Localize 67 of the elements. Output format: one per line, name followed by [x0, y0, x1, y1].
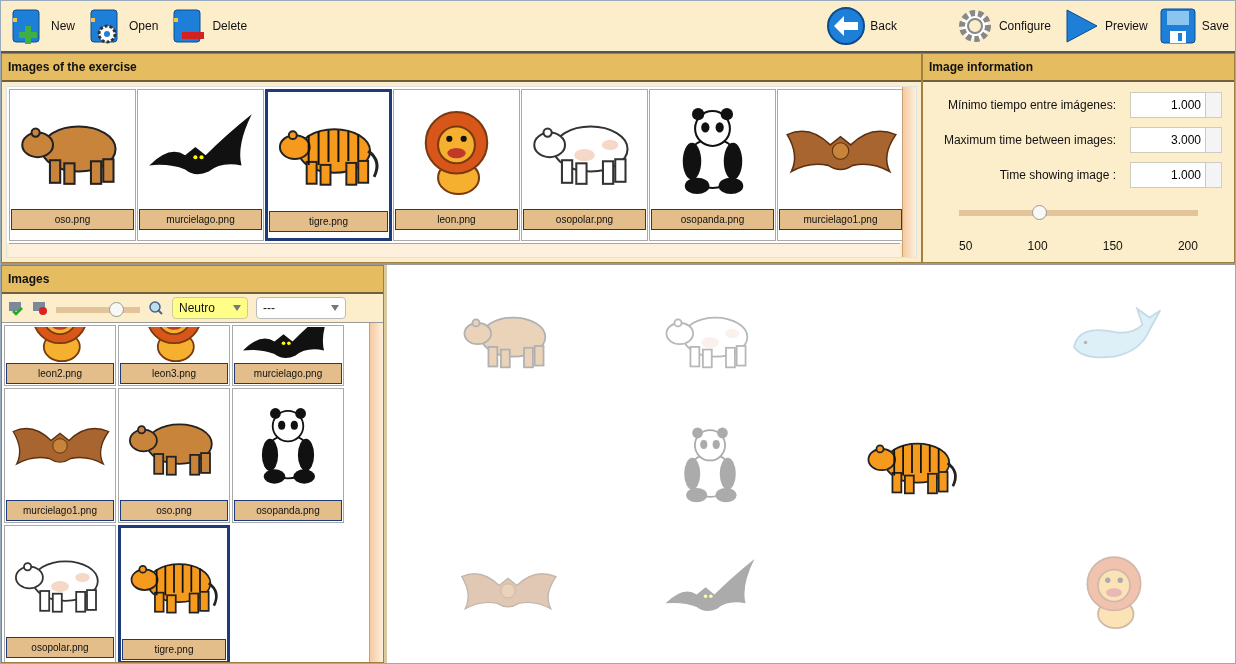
toolbar-button[interactable]: Back — [826, 6, 897, 46]
caret-icon — [331, 305, 339, 311]
image-thumbnail[interactable]: osopolar.png — [521, 89, 648, 241]
file-name: murcielago.png — [139, 209, 262, 230]
save-icon — [1157, 6, 1198, 46]
image-thumbnail[interactable]: osopanda.png — [649, 89, 776, 241]
search-icon[interactable] — [148, 300, 164, 316]
tick-label: 200 — [1177, 238, 1198, 255]
vertical-scrollbar[interactable] — [902, 87, 916, 257]
caret-icon — [233, 305, 241, 311]
spin-buttons[interactable] — [1206, 92, 1222, 118]
file-name: leon2.png — [6, 363, 114, 384]
image-thumbnail[interactable]: osopanda.png — [232, 388, 344, 523]
image-thumbnail[interactable]: oso.png — [9, 89, 136, 241]
file-name: oso.png — [11, 209, 134, 230]
tick-label: 100 — [1027, 238, 1048, 255]
toolbar-button[interactable]: Open — [85, 6, 159, 46]
image-thumbnail[interactable]: oso.png — [118, 388, 230, 523]
category-dropdown[interactable]: Neutro — [172, 297, 248, 319]
image-thumbnail[interactable]: murcielago.png — [137, 89, 264, 241]
back-icon — [826, 6, 867, 46]
file-name: murcielago1.png — [779, 209, 902, 230]
image-thumbnail[interactable]: murcielago.png — [232, 325, 344, 386]
field-label: Maximum time between images: — [943, 132, 1116, 149]
toolbar-button[interactable]: Delete — [168, 6, 248, 46]
field-label: Time showing image : — [999, 167, 1116, 184]
image-thumbnail[interactable]: leon2.png — [4, 325, 116, 386]
image-thumbnail[interactable]: murcielago1.png — [777, 89, 903, 241]
tick-label: 150 — [1102, 238, 1123, 255]
image-thumbnail[interactable]: tigre.png — [265, 89, 392, 241]
slider-thumb[interactable] — [109, 302, 125, 317]
number-field[interactable]: 1.000 — [1130, 92, 1206, 118]
spin-buttons[interactable] — [1206, 162, 1222, 188]
panel-title: Images — [2, 266, 383, 294]
number-field[interactable]: 1.000 — [1130, 162, 1206, 188]
file-name: osopolar.png — [6, 637, 114, 658]
toolbar-button[interactable]: Configure — [954, 6, 1051, 46]
add-check-icon[interactable] — [8, 300, 24, 316]
spin-buttons[interactable] — [1206, 127, 1222, 153]
slider-thumb[interactable] — [1031, 205, 1047, 220]
tick-label: 50 — [959, 238, 973, 255]
file-name: osopanda.png — [651, 209, 774, 230]
file-name: osopanda.png — [234, 500, 342, 521]
remove-icon[interactable] — [32, 300, 48, 316]
image-thumbnail[interactable]: leon3.png — [118, 325, 230, 386]
toolbar-button[interactable]: Save — [1157, 6, 1229, 46]
number-field[interactable]: 3.000 — [1130, 127, 1206, 153]
vertical-scrollbar[interactable] — [369, 323, 383, 662]
image-thumbnail[interactable]: leon.png — [393, 89, 520, 241]
filter-dropdown[interactable]: --- — [256, 297, 346, 319]
file-name: osopolar.png — [523, 209, 646, 230]
file-name: tigre.png — [122, 639, 226, 660]
file-name: tigre.png — [269, 211, 388, 232]
horizontal-scrollbar[interactable] — [9, 243, 901, 257]
field-label: Mínimo tiempo entre imágenes: — [947, 97, 1116, 114]
panel-title: Images of the exercise — [2, 54, 921, 82]
toolbar-button[interactable]: Preview — [1060, 6, 1148, 46]
toolbar-button[interactable]: New — [7, 6, 75, 46]
file-name: leon.png — [395, 209, 518, 230]
file-name: murcielago.png — [234, 363, 342, 384]
image-thumbnail[interactable]: tigre.png — [118, 525, 230, 662]
file-name: leon3.png — [120, 363, 228, 384]
panel-title: Image information — [923, 54, 1234, 82]
file-name: oso.png — [120, 500, 228, 521]
image-thumbnail[interactable]: murcielago1.png — [4, 388, 116, 523]
file-name: murcielago1.png — [6, 500, 114, 521]
image-thumbnail[interactable]: osopolar.png — [4, 525, 116, 662]
